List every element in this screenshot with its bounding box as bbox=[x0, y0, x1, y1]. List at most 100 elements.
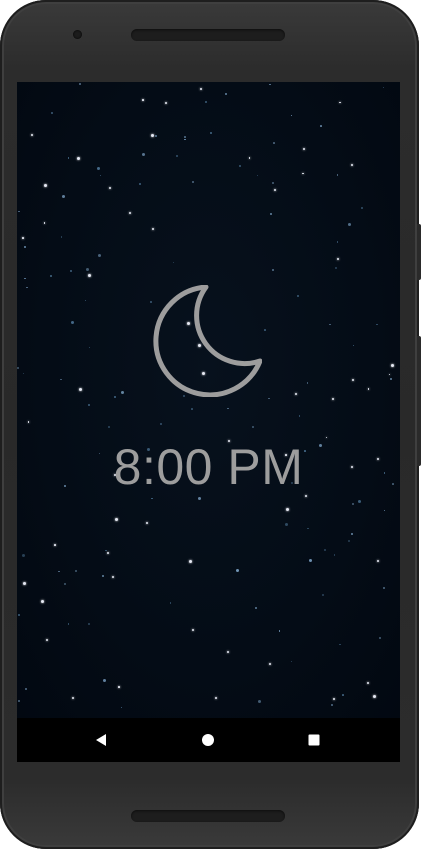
star bbox=[112, 575, 115, 578]
star bbox=[145, 522, 148, 525]
back-button[interactable] bbox=[88, 727, 114, 753]
star bbox=[96, 166, 100, 170]
star bbox=[302, 148, 305, 151]
star bbox=[114, 395, 117, 398]
star bbox=[58, 570, 60, 573]
star bbox=[188, 560, 192, 564]
star bbox=[199, 87, 202, 90]
star bbox=[191, 408, 193, 410]
star bbox=[210, 131, 213, 134]
star bbox=[184, 138, 186, 141]
star bbox=[46, 638, 49, 641]
star bbox=[322, 593, 325, 596]
star bbox=[336, 258, 339, 261]
star bbox=[64, 583, 67, 586]
navigation-bar bbox=[17, 718, 400, 762]
star bbox=[320, 125, 322, 127]
star bbox=[225, 92, 228, 95]
star bbox=[150, 133, 154, 137]
star bbox=[297, 295, 300, 298]
night-sky-background: 8:00 PM bbox=[17, 82, 400, 718]
star bbox=[70, 269, 73, 272]
star bbox=[24, 277, 26, 280]
star bbox=[151, 497, 153, 500]
star bbox=[348, 540, 351, 543]
star bbox=[270, 213, 273, 216]
star bbox=[191, 629, 194, 632]
star bbox=[268, 662, 271, 665]
star bbox=[67, 623, 70, 625]
star bbox=[294, 393, 297, 395]
star bbox=[367, 388, 370, 390]
star bbox=[204, 100, 207, 103]
recents-square-icon bbox=[308, 734, 320, 746]
star bbox=[226, 650, 229, 653]
star bbox=[308, 559, 312, 563]
star bbox=[50, 274, 53, 277]
star bbox=[332, 697, 335, 700]
star bbox=[114, 518, 118, 522]
star bbox=[376, 323, 378, 326]
star bbox=[87, 274, 91, 278]
star bbox=[105, 549, 107, 552]
star bbox=[22, 237, 24, 239]
star bbox=[51, 112, 54, 115]
star bbox=[335, 266, 338, 269]
star bbox=[227, 407, 229, 410]
star bbox=[75, 570, 78, 573]
star bbox=[352, 344, 355, 347]
star bbox=[60, 378, 62, 381]
star bbox=[235, 568, 239, 572]
volume-rocker bbox=[417, 336, 421, 466]
star bbox=[72, 696, 75, 699]
star bbox=[336, 241, 339, 243]
star bbox=[27, 421, 30, 423]
star bbox=[21, 553, 25, 557]
star bbox=[351, 502, 354, 505]
star bbox=[382, 86, 385, 89]
star bbox=[108, 187, 111, 190]
time-label: 8:00 PM bbox=[113, 439, 304, 495]
star bbox=[25, 688, 28, 691]
star bbox=[192, 180, 195, 183]
star bbox=[151, 227, 154, 230]
star bbox=[26, 286, 28, 289]
recents-button[interactable] bbox=[301, 727, 327, 753]
home-circle-icon bbox=[202, 734, 214, 746]
star bbox=[323, 549, 326, 552]
star bbox=[278, 630, 281, 632]
star bbox=[298, 415, 301, 417]
star bbox=[78, 388, 82, 392]
star bbox=[388, 373, 391, 376]
star bbox=[141, 153, 145, 157]
star bbox=[215, 696, 218, 699]
star bbox=[86, 268, 90, 272]
star bbox=[336, 174, 339, 176]
star bbox=[22, 582, 26, 586]
star bbox=[18, 613, 21, 616]
star bbox=[390, 363, 394, 367]
star bbox=[352, 379, 355, 382]
home-button[interactable] bbox=[195, 727, 221, 753]
star bbox=[390, 377, 393, 380]
device-screen: 8:00 PM bbox=[17, 82, 400, 762]
star bbox=[273, 142, 275, 144]
star bbox=[129, 211, 132, 214]
star bbox=[273, 188, 276, 191]
star bbox=[366, 682, 369, 685]
star bbox=[103, 679, 107, 683]
star bbox=[307, 527, 309, 530]
star bbox=[18, 210, 20, 213]
star bbox=[70, 320, 74, 324]
star bbox=[155, 135, 158, 138]
star bbox=[350, 532, 353, 535]
star bbox=[197, 496, 201, 500]
star bbox=[238, 165, 241, 168]
star bbox=[175, 154, 178, 157]
star bbox=[40, 600, 44, 604]
star bbox=[339, 643, 341, 646]
star bbox=[43, 222, 46, 224]
star bbox=[290, 660, 293, 663]
star bbox=[102, 575, 105, 577]
star bbox=[120, 706, 123, 709]
